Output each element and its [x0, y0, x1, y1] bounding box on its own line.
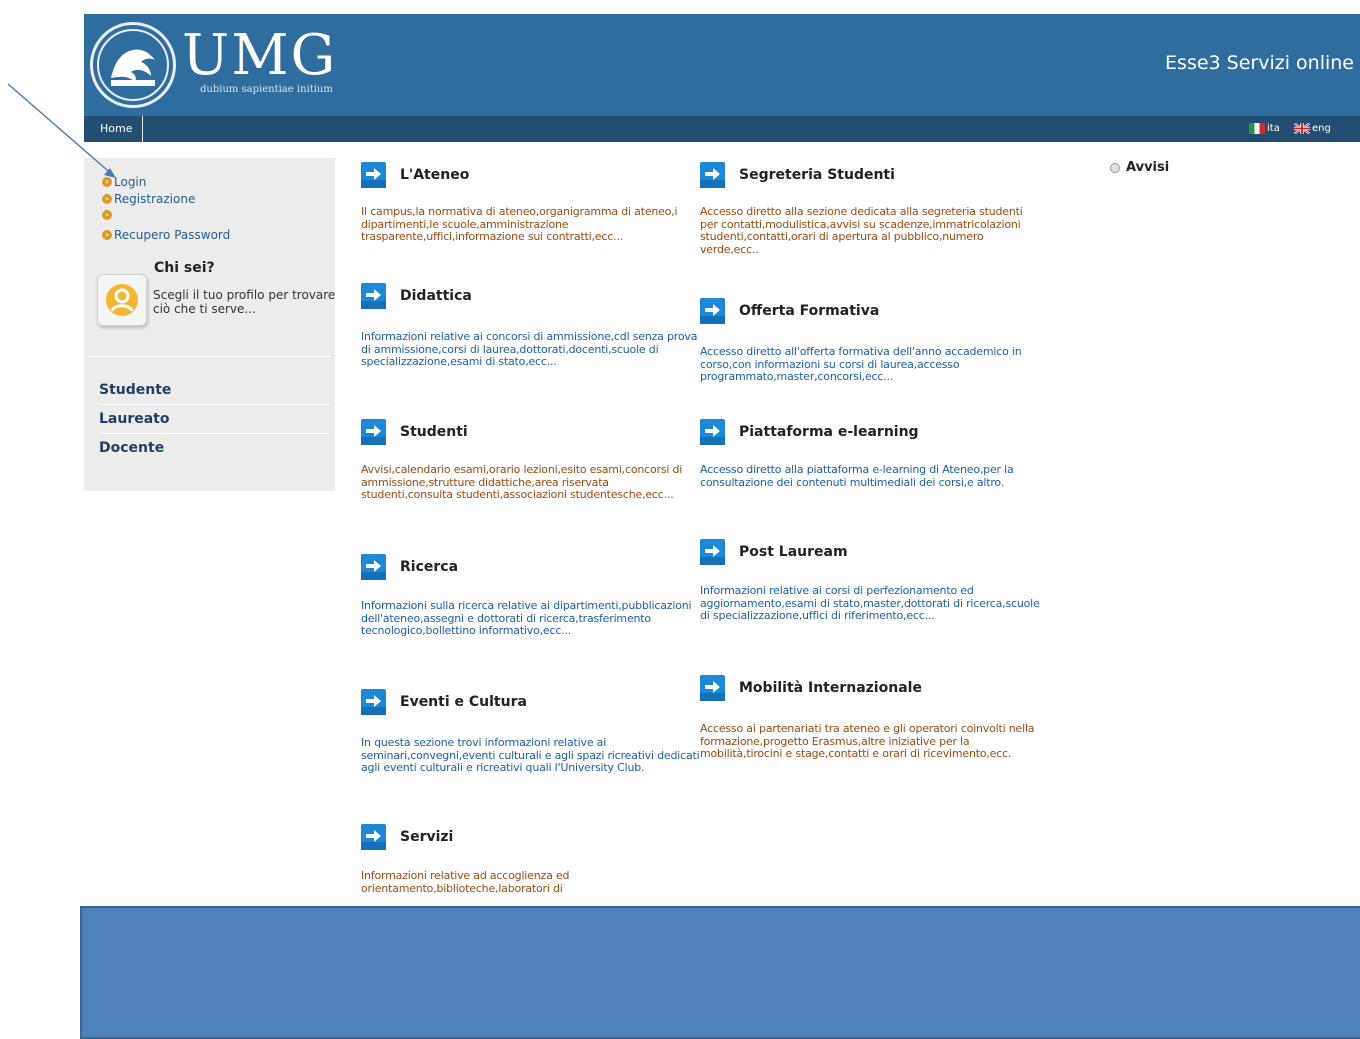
- arrow-right-icon: [361, 162, 386, 188]
- sidebar-divider: [88, 356, 331, 357]
- section-title: Post Lauream: [739, 544, 848, 560]
- page: UMG dubium sapientiae initium Esse3 Serv…: [0, 0, 1360, 1039]
- bullet-icon: »: [102, 210, 112, 220]
- empty-link[interactable]: »: [102, 210, 114, 220]
- bullet-icon: »: [102, 230, 112, 240]
- login-label: Login: [114, 175, 147, 189]
- header: UMG dubium sapientiae initium Esse3 Serv…: [84, 14, 1360, 116]
- italy-flag-icon: [1249, 123, 1265, 134]
- section-didattica-header[interactable]: Didattica: [361, 281, 701, 311]
- arrow-right-icon: [700, 539, 725, 565]
- arrow-right-icon: [700, 298, 725, 324]
- section-description[interactable]: Avvisi,calendario esami,orario lezioni,e…: [361, 463, 701, 502]
- login-link[interactable]: » Login: [102, 175, 146, 189]
- section-eventi-cultura-header[interactable]: Eventi e Cultura: [361, 687, 701, 717]
- section-servizi-header[interactable]: Servizi: [361, 822, 701, 852]
- navbar: Home ita eng: [84, 116, 1360, 142]
- logo-motto: dubium sapientiae initium: [200, 84, 333, 95]
- section-post-lauream-header[interactable]: Post Lauream: [700, 537, 1040, 567]
- section-servizi: Servizi Informazioni relative ad accogli…: [361, 822, 701, 895]
- section-title: Servizi: [400, 829, 454, 845]
- section-description[interactable]: Informazioni relative ai concorsi di amm…: [361, 330, 701, 369]
- profile-docente-link[interactable]: Docente: [99, 440, 329, 462]
- section-mobilita-internazionale-header[interactable]: Mobilità Internazionale: [700, 673, 1040, 703]
- profile-laureato-link[interactable]: Laureato: [99, 411, 329, 434]
- section-post-lauream: Post Lauream Informazioni relative ai co…: [700, 537, 1040, 623]
- who-are-you-description: Scegli il tuo profilo per trovare ciò ch…: [153, 288, 336, 316]
- arrow-right-icon: [700, 162, 725, 188]
- password-recovery-label: Recupero Password: [114, 228, 231, 242]
- section-studenti-header[interactable]: Studenti: [361, 417, 701, 447]
- section-description[interactable]: Accesso diretto alla sezione dedicata al…: [700, 205, 1040, 256]
- section-title: L'Ateneo: [400, 167, 470, 183]
- bullet-icon: »: [102, 177, 112, 187]
- section-didattica: Didattica Informazioni relative ai conco…: [361, 281, 701, 369]
- who-are-you-title: Chi sei?: [154, 260, 215, 276]
- section-description[interactable]: Informazioni relative ai corsi di perfez…: [700, 584, 1040, 623]
- section-title: Offerta Formativa: [739, 303, 880, 319]
- registration-label: Registrazione: [114, 192, 196, 206]
- section-title: Ricerca: [400, 559, 459, 575]
- registration-link[interactable]: » Registrazione: [102, 192, 195, 206]
- section-offerta-formativa-header[interactable]: Offerta Formativa: [700, 296, 1040, 326]
- section-ateneo: L'Ateneo Il campus,la normativa di atene…: [361, 160, 701, 244]
- sidebar: » Login » Registrazione » » Recupero Pas…: [84, 158, 335, 491]
- section-description[interactable]: Accesso diretto alla piattaforma e-learn…: [700, 463, 1040, 489]
- section-title: Studenti: [400, 424, 468, 440]
- section-ateneo-header[interactable]: L'Ateneo: [361, 160, 701, 190]
- section-title: Eventi e Cultura: [400, 694, 527, 710]
- radio-dot-icon: [1110, 162, 1120, 173]
- arrow-right-icon: [361, 283, 386, 309]
- section-description[interactable]: Il campus,la normativa di ateneo,organig…: [361, 205, 701, 244]
- section-title: Piattaforma e-learning: [739, 424, 919, 440]
- arrow-right-icon: [361, 554, 386, 580]
- section-description[interactable]: In questa sezione trovi informazioni rel…: [361, 736, 701, 775]
- user-profile-icon[interactable]: [97, 274, 147, 326]
- bullet-icon: »: [102, 194, 112, 204]
- section-piattaforma-elearning-header[interactable]: Piattaforma e-learning: [700, 417, 1040, 447]
- uk-flag-icon: [1294, 123, 1310, 134]
- section-description[interactable]: Informazioni sulla ricerca relative ai d…: [361, 599, 701, 638]
- section-title: Mobilità Internazionale: [739, 680, 922, 696]
- arrow-right-icon: [361, 419, 386, 445]
- arrow-right-icon: [700, 675, 725, 701]
- avvisi-heading[interactable]: Avvisi: [1110, 160, 1169, 175]
- section-offerta-formativa: Offerta Formativa Accesso diretto all'of…: [700, 296, 1040, 384]
- university-seal-logo[interactable]: [90, 22, 176, 108]
- password-recovery-link[interactable]: » Recupero Password: [102, 228, 230, 242]
- language-eng-link[interactable]: eng: [1294, 123, 1331, 134]
- section-piattaforma-elearning: Piattaforma e-learning Accesso diretto a…: [700, 417, 1040, 489]
- section-segreteria-studenti-header[interactable]: Segreteria Studenti: [700, 160, 1040, 190]
- section-description[interactable]: Informazioni relative ad accoglienza ed …: [361, 869, 701, 895]
- language-ita-link[interactable]: ita: [1249, 123, 1280, 134]
- arrow-right-icon: [361, 689, 386, 715]
- section-eventi-cultura: Eventi e Cultura In questa sezione trovi…: [361, 687, 701, 775]
- section-studenti: Studenti Avvisi,calendario esami,orario …: [361, 417, 701, 502]
- section-title: Segreteria Studenti: [739, 167, 895, 183]
- section-mobilita-internazionale: Mobilità Internazionale Accesso ai parte…: [700, 673, 1040, 761]
- language-eng-label: eng: [1312, 123, 1331, 134]
- section-ricerca: Ricerca Informazioni sulla ricerca relat…: [361, 552, 701, 638]
- overlay-box: [80, 906, 1360, 1039]
- arrow-right-icon: [361, 824, 386, 850]
- site-title: Esse3 Servizi online: [1165, 52, 1354, 74]
- arrow-right-icon: [700, 419, 725, 445]
- profile-studente-link[interactable]: Studente: [99, 382, 329, 405]
- language-ita-label: ita: [1267, 123, 1280, 134]
- avvisi-label: Avvisi: [1126, 160, 1170, 175]
- logo-text: UMG: [182, 23, 338, 88]
- section-segreteria-studenti: Segreteria Studenti Accesso diretto alla…: [700, 160, 1040, 256]
- section-description[interactable]: Accesso diretto all'offerta formativa de…: [700, 345, 1040, 384]
- section-title: Didattica: [400, 288, 472, 304]
- nav-home-link[interactable]: Home: [84, 116, 144, 142]
- section-description[interactable]: Accesso ai partenariati tra ateneo e gli…: [700, 722, 1040, 761]
- section-ricerca-header[interactable]: Ricerca: [361, 552, 701, 582]
